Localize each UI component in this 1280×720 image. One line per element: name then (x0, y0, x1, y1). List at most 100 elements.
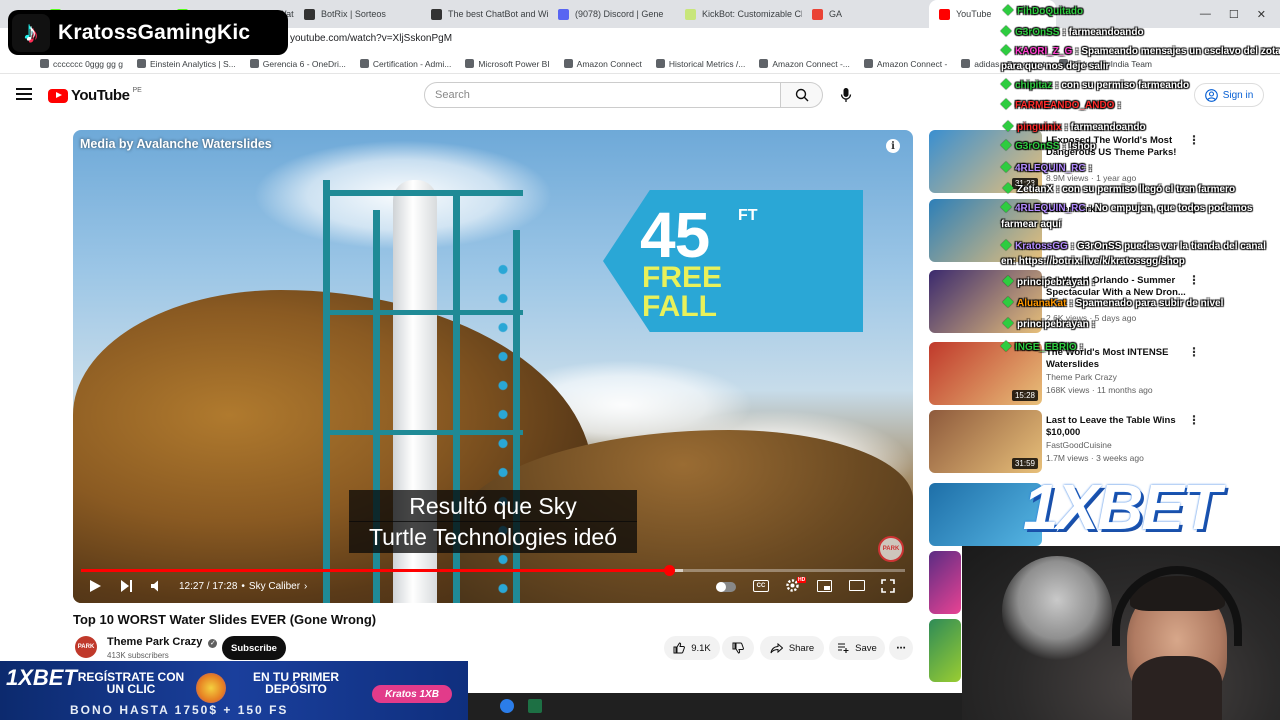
fullscreen-icon[interactable] (881, 579, 895, 596)
chat-badge-icon (1000, 78, 1012, 90)
menu-icon[interactable] (16, 88, 32, 100)
bookmark-icon (136, 59, 146, 68)
bookmark-icon (359, 59, 369, 68)
promo-brand: 1XBET (6, 665, 77, 690)
subscribe-button[interactable]: Subscribe (222, 636, 286, 660)
recommendation-title[interactable]: Last to Leave the Table Wins $10,000 (1046, 415, 1186, 439)
chat-message: G3rOnSS: !shop (1000, 139, 1096, 152)
bookmark-item[interactable]: ccccccc 0ggg gg g (40, 59, 123, 69)
next-icon[interactable] (120, 579, 133, 596)
bookmark-item[interactable]: Gerencia 6 - OneDri... (249, 59, 346, 69)
captions-icon[interactable]: CC (753, 580, 769, 592)
time-text: 12:27 / 17:28 (179, 581, 238, 592)
chat-badge-icon (1000, 44, 1012, 56)
more-options-icon[interactable]: ⋮ (1188, 133, 1200, 147)
tower-beam (323, 430, 523, 435)
close-icon[interactable]: ✕ (1257, 8, 1266, 21)
miniplayer-inset (824, 586, 830, 590)
recommendation-channel[interactable]: Theme Park Crazy (1046, 372, 1117, 382)
promo-tag: Kratos 1XB (372, 685, 452, 703)
save-label: Save (855, 642, 877, 654)
app-icon[interactable] (500, 699, 514, 713)
thumbs-down-icon (732, 642, 744, 654)
bookmark-label: Certification - Admi... (372, 58, 452, 69)
bookmark-icon (655, 59, 665, 68)
bookmark-item[interactable]: Einstein Analytics | S... (136, 59, 236, 69)
recommendation-thumbnail[interactable] (929, 619, 961, 682)
more-actions-button[interactable]: ⋯ (889, 636, 913, 660)
search-input[interactable]: Search (424, 82, 781, 108)
chat-message: FARMEANDO_ANDO: (1000, 98, 1121, 111)
play-icon[interactable] (89, 579, 102, 596)
chat-text: : No empujen, que todos podemos (1088, 203, 1253, 214)
tab-label: YouTube (956, 9, 992, 19)
youtube-logo[interactable]: YouTube PE (48, 87, 142, 104)
tiktok-badge: ♪ KratossGamingKic (8, 10, 288, 55)
search-button[interactable] (781, 82, 823, 108)
recommendation-channel[interactable]: FastGoodCuisine (1046, 440, 1112, 450)
browser-tab[interactable]: KickBot: Customizable Cha (675, 0, 802, 28)
sign-line-2: FALL (642, 290, 717, 323)
chat-text: : Spamenado para subir de nivel (1069, 298, 1224, 309)
voice-search-button[interactable] (834, 84, 858, 106)
bookmark-item[interactable]: Historical Metrics /... (655, 59, 745, 69)
channel-avatar[interactable]: PARK (75, 636, 97, 658)
dislike-button[interactable] (722, 636, 754, 660)
more-options-icon[interactable]: ⋮ (1188, 413, 1200, 427)
played-bar (81, 569, 670, 572)
bookmark-item[interactable]: Amazon Connect -... (759, 59, 850, 69)
url-text[interactable]: youtube.com/watch?v=XljSskonPgM (290, 33, 452, 44)
browser-tab[interactable]: GA (802, 0, 929, 28)
sponsor-banner: 1XBET (962, 468, 1280, 546)
autoplay-toggle[interactable] (716, 582, 736, 592)
tiktok-logo-icon: ♪ (12, 13, 50, 52)
tiktok-username: KratossGamingKic (58, 20, 251, 44)
chat-message: KratossGG: G3rOnSS puedes ver la tienda … (1000, 239, 1266, 252)
excel-icon[interactable] (528, 699, 542, 713)
recommendation-thumbnail[interactable] (929, 551, 961, 614)
tab-label: (9078) Discord | Gene (575, 9, 664, 19)
progress-bar[interactable] (81, 565, 905, 576)
chat-text: : G3rOnSS puedes ver la tienda del canal (1070, 241, 1266, 252)
chat-message: principebrayan: (1002, 275, 1095, 288)
chat-username: FihDoQuitado (1017, 6, 1084, 17)
tab-label: GA (829, 9, 843, 19)
browser-tab[interactable]: (9078) Discord | Gene (548, 0, 675, 28)
chat-badge-icon (1000, 239, 1012, 251)
browser-tab[interactable]: The best ChatBot and Wid (421, 0, 548, 28)
chat-text: : (1117, 100, 1121, 111)
share-label: Share (788, 642, 815, 654)
bookmark-item[interactable]: Amazon Connect - (863, 59, 947, 69)
tab-label: KickBot: Customizable Cha (702, 9, 802, 19)
channel-name[interactable]: Theme Park Crazy ✓ (107, 636, 218, 648)
sign-in-button[interactable]: Sign in (1194, 83, 1264, 107)
recommendation-thumbnail[interactable]: 31:59 (929, 410, 1042, 473)
info-icon[interactable]: i (886, 139, 900, 153)
bookmark-icon (249, 59, 259, 68)
theater-mode-icon[interactable] (849, 580, 865, 591)
bookmark-item[interactable]: Microsoft Power BI (465, 59, 550, 69)
volume-icon[interactable] (150, 579, 164, 596)
bookmark-item[interactable]: Certification - Admi... (359, 58, 452, 69)
chat-message: FihDoQuitado (1002, 4, 1086, 17)
sign-in-label: Sign in (1222, 89, 1254, 101)
chat-username: INGE_EBRIO (1015, 342, 1077, 353)
streamer-beard (1132, 656, 1222, 720)
miniplayer-icon[interactable] (817, 580, 832, 592)
browser-tab[interactable]: BotRix | Sorteos (294, 0, 421, 28)
more-options-icon[interactable]: ⋮ (1188, 273, 1200, 287)
more-options-icon[interactable]: ⋮ (1188, 345, 1200, 359)
chapter-title[interactable]: Sky Caliber (249, 581, 300, 592)
window-controls: — ☐ ✕ (1200, 0, 1280, 28)
chat-text: : con su permiso farmeando (1055, 80, 1190, 91)
maximize-icon[interactable]: ☐ (1229, 8, 1239, 21)
share-button[interactable]: Share (760, 636, 824, 660)
like-button[interactable]: 9.1K (664, 636, 720, 660)
minimize-icon[interactable]: — (1200, 8, 1211, 20)
chat-badge-icon (1002, 120, 1014, 132)
chat-text: en: https://botrix.live/k/kratossgg/shop (1001, 256, 1185, 267)
bookmark-item[interactable]: Amazon Connect (563, 59, 642, 69)
channel-watermark[interactable]: PARK (878, 536, 904, 562)
save-button[interactable]: Save (829, 636, 885, 660)
youtube-wordmark: YouTube (71, 87, 130, 104)
